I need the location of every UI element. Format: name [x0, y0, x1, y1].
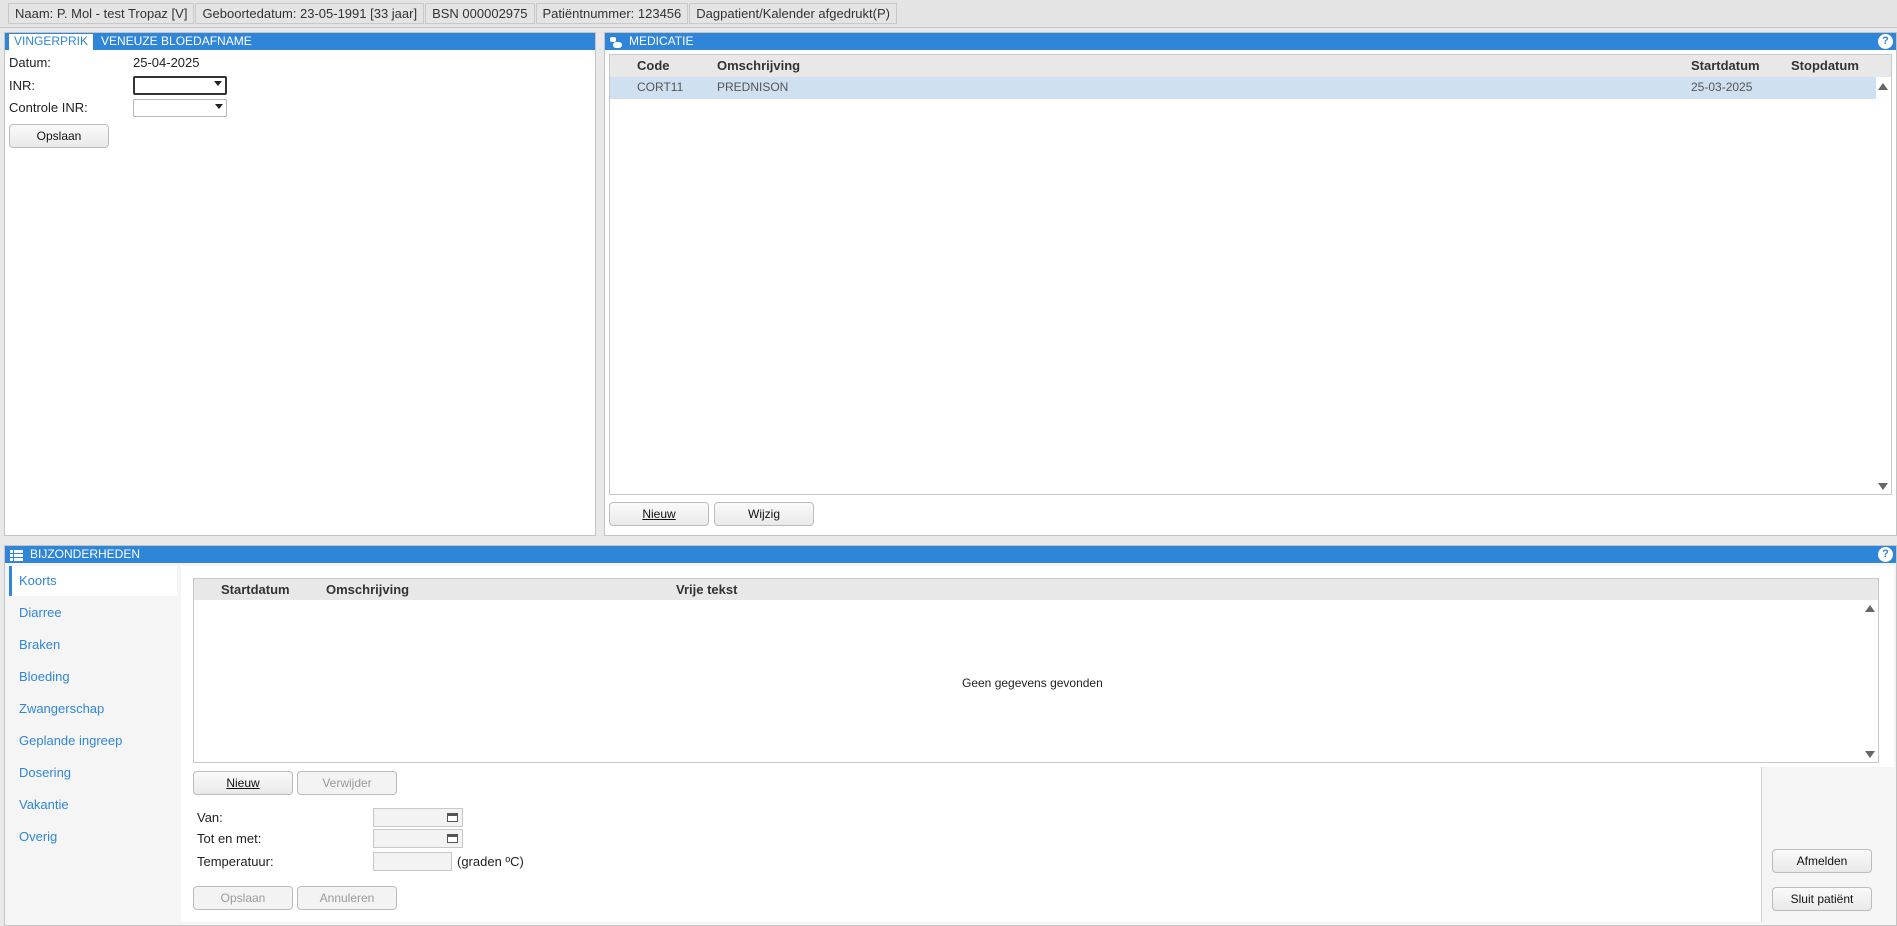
- bijzonderheden-table: Startdatum Omschrijving Vrije tekst Geen…: [193, 578, 1879, 763]
- patient-bsn: BSN 000002975: [425, 3, 535, 24]
- tot-en-met-label: Tot en met:: [197, 831, 262, 846]
- sidebar-item-geplande-ingreep[interactable]: Geplande ingreep: [9, 726, 177, 756]
- sidebar-item-label: Vakantie: [19, 797, 69, 812]
- temperatuur-input[interactable]: [373, 852, 452, 871]
- pills-icon: [610, 36, 622, 48]
- patient-birthdate: Geboortedatum: 23-05-1991 [33 jaar]: [195, 3, 425, 24]
- col-omschrijving: Omschrijving: [326, 582, 410, 597]
- sidebar-item-braken[interactable]: Braken: [9, 630, 177, 660]
- col-startdatum: Startdatum: [221, 582, 290, 597]
- bijzonderheden-header: BIJZONDERHEDEN ?: [5, 546, 1896, 563]
- sidebar-item-label: Bloeding: [19, 669, 70, 684]
- afmelden-label: Afmelden: [1796, 854, 1848, 868]
- calendar-icon[interactable]: [447, 834, 458, 843]
- help-icon[interactable]: ?: [1878, 547, 1893, 562]
- medicatie-table: Code Omschrijving Startdatum Stopdatum C…: [609, 54, 1892, 495]
- sidebar-item-label: Dosering: [19, 765, 72, 780]
- inr-save-label: Opslaan: [36, 129, 82, 143]
- row-omschrijving: PREDNISON: [717, 80, 789, 94]
- inr-panel: VINGERPRIK VENEUZE BLOEDAFNAME Datum: 25…: [4, 32, 596, 536]
- inr-tab-bar: VINGERPRIK VENEUZE BLOEDAFNAME: [5, 33, 595, 50]
- datum-value: 25-04-2025: [133, 55, 200, 70]
- van-date-input[interactable]: [373, 808, 463, 827]
- temperatuur-label: Temperatuur:: [197, 854, 274, 869]
- sidebar-item-label: Zwangerschap: [19, 701, 105, 716]
- medicatie-panel: MEDICATIE ? Code Omschrijving Startdatum…: [604, 32, 1897, 536]
- scroll-down-icon[interactable]: [1865, 751, 1875, 758]
- sidebar-item-overig[interactable]: Overig: [9, 822, 177, 852]
- sidebar-item-label: Koorts: [19, 573, 57, 588]
- patient-name: Naam: P. Mol - test Tropaz [V]: [8, 3, 195, 24]
- sidebar-item-vakantie[interactable]: Vakantie: [9, 790, 177, 820]
- sidebar-item-label: Overig: [19, 829, 58, 844]
- row-startdatum: 25-03-2025: [1691, 80, 1753, 94]
- patient-number: Patiëntnummer: 123456: [535, 3, 689, 24]
- table-row[interactable]: CORT11 PREDNISON 25-03-2025: [610, 77, 1876, 99]
- bijz-new-label: Nieuw: [226, 776, 260, 790]
- bijzonderheden-table-header: Startdatum Omschrijving Vrije tekst: [194, 579, 1878, 600]
- sidebar-item-diarree[interactable]: Diarree: [9, 598, 177, 628]
- sluit-patient-button[interactable]: Sluit patiënt: [1772, 887, 1872, 911]
- medicatie-table-header: Code Omschrijving Startdatum Stopdatum: [610, 55, 1891, 77]
- col-startdatum: Startdatum: [1691, 58, 1760, 73]
- sidebar-item-label: Geplande ingreep: [19, 733, 123, 748]
- medicatie-edit-label: Wijzig: [748, 507, 780, 521]
- bijz-cancel-button[interactable]: Annuleren: [297, 886, 397, 910]
- sidebar-item-dosering[interactable]: Dosering: [9, 758, 177, 788]
- medicatie-new-label: Nieuw: [642, 507, 676, 521]
- medicatie-title: MEDICATIE: [629, 34, 694, 48]
- afmelden-button[interactable]: Afmelden: [1772, 849, 1872, 873]
- scroll-up-icon[interactable]: [1865, 605, 1875, 612]
- bijz-new-button[interactable]: Nieuw: [193, 771, 293, 795]
- empty-message: Geen gegevens gevonden: [962, 676, 1103, 690]
- inr-select[interactable]: [133, 76, 227, 95]
- calendar-icon[interactable]: [447, 813, 458, 822]
- bijz-delete-button[interactable]: Verwijder: [297, 771, 397, 795]
- action-column: Afmelden Sluit patiënt: [1761, 767, 1894, 922]
- patient-type: Dagpatient/Kalender afgedrukt(P): [689, 3, 897, 24]
- bijz-save-button[interactable]: Opslaan: [193, 886, 293, 910]
- inr-label: INR:: [9, 78, 35, 93]
- list-icon: [10, 549, 23, 566]
- inr-save-button[interactable]: Opslaan: [9, 124, 109, 148]
- sidebar-item-label: Braken: [19, 637, 61, 652]
- van-label: Van:: [197, 810, 223, 825]
- bijz-save-label: Opslaan: [220, 891, 266, 905]
- scroll-down-icon[interactable]: [1878, 483, 1888, 490]
- datum-label: Datum:: [9, 55, 51, 70]
- col-stopdatum: Stopdatum: [1791, 58, 1859, 73]
- row-code: CORT11: [637, 80, 684, 94]
- tab-veneuze-bloedafname[interactable]: VENEUZE BLOEDAFNAME: [101, 33, 252, 50]
- sidebar-item-label: Diarree: [19, 605, 62, 620]
- bijzonderheden-content: Startdatum Omschrijving Vrije tekst Geen…: [181, 566, 1894, 922]
- chevron-down-icon: [214, 81, 222, 86]
- medicatie-header: MEDICATIE ?: [605, 33, 1896, 50]
- sluit-patient-label: Sluit patiënt: [1790, 892, 1854, 906]
- col-vrije-tekst: Vrije tekst: [676, 582, 738, 597]
- temperatuur-unit: (graden ºC): [457, 854, 524, 869]
- tot-date-input[interactable]: [373, 829, 463, 848]
- bijzonderheden-panel: BIJZONDERHEDEN ? Koorts Diarree Braken B…: [4, 545, 1897, 926]
- bijzonderheden-title: BIJZONDERHEDEN: [30, 547, 141, 561]
- medicatie-edit-button[interactable]: Wijzig: [714, 502, 814, 526]
- chevron-down-icon: [215, 104, 223, 109]
- bijz-delete-label: Verwijder: [322, 776, 372, 790]
- scroll-up-icon[interactable]: [1878, 83, 1888, 90]
- help-icon[interactable]: ?: [1878, 34, 1893, 49]
- controle-inr-select[interactable]: [133, 99, 227, 117]
- sidebar-item-koorts[interactable]: Koorts: [9, 566, 177, 596]
- patient-info-bar: Naam: P. Mol - test Tropaz [V] Geboorted…: [0, 0, 1897, 28]
- col-omschrijving: Omschrijving: [717, 58, 801, 73]
- controle-inr-label: Controle INR:: [9, 100, 88, 115]
- medicatie-new-button[interactable]: Nieuw: [609, 502, 709, 526]
- col-code: Code: [637, 58, 670, 73]
- tab-vingerprik[interactable]: VINGERPRIK: [9, 34, 94, 50]
- bijz-cancel-label: Annuleren: [319, 891, 375, 905]
- sidebar-item-zwangerschap[interactable]: Zwangerschap: [9, 694, 177, 724]
- bijzonderheden-sidebar: Koorts Diarree Braken Bloeding Zwangersc…: [9, 566, 179, 856]
- sidebar-item-bloeding[interactable]: Bloeding: [9, 662, 177, 692]
